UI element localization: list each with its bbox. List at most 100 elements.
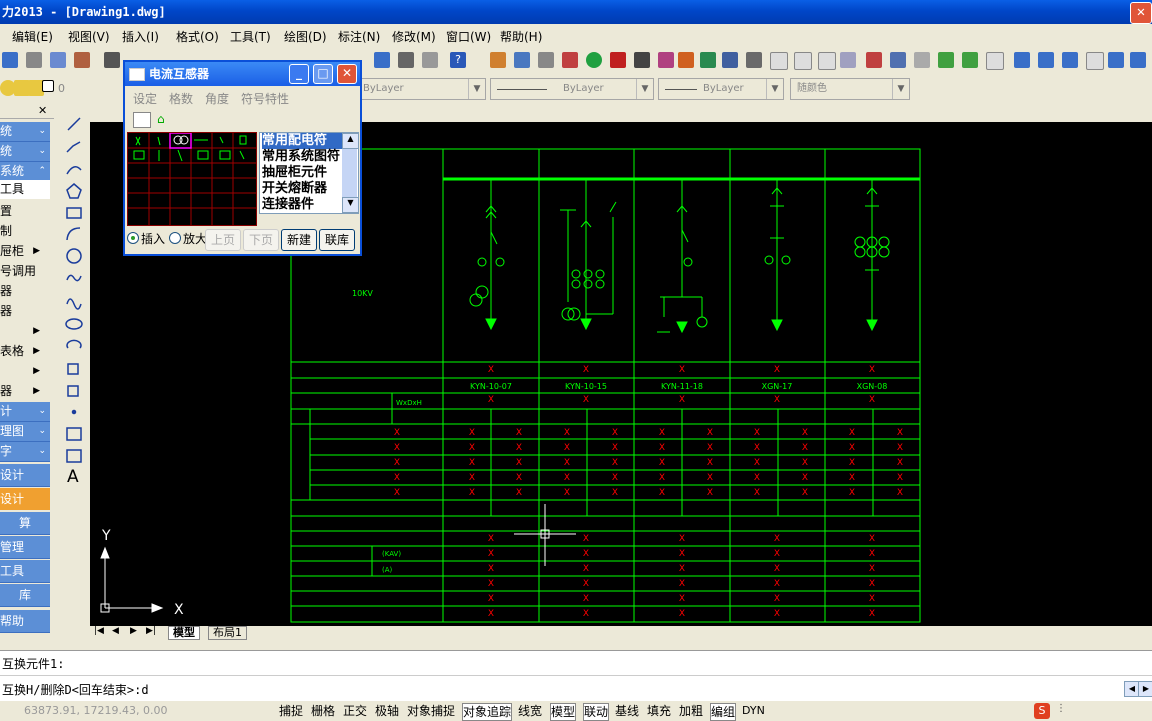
left-item-5[interactable]: 制 <box>0 222 50 241</box>
print-icon[interactable] <box>26 52 42 68</box>
left-item-20[interactable]: 管理 <box>0 536 50 559</box>
grid-tool-icon[interactable] <box>634 52 650 68</box>
dialog-tool-icon-b[interactable]: ⌂ <box>157 112 173 126</box>
otrack-toggle[interactable]: 对象追踪 <box>462 703 513 721</box>
left-item-10[interactable]: ▶ <box>0 322 50 341</box>
dialog-menu-grid[interactable]: 格数 <box>169 90 193 107</box>
dialog-menu-symbol-props[interactable]: 符号特性 <box>241 90 289 107</box>
close-button[interactable]: ✕ <box>337 64 357 84</box>
group-toggle[interactable]: 编组 <box>710 703 737 721</box>
left-item-22[interactable]: 库 <box>0 584 50 607</box>
left-item-7[interactable]: 号调用 <box>0 262 50 281</box>
menu-insert[interactable]: 插入(I) <box>122 28 159 45</box>
publish-icon[interactable] <box>74 52 90 68</box>
preview-icon[interactable] <box>50 52 66 68</box>
move-icon[interactable] <box>1038 52 1054 68</box>
grid-toggle[interactable]: 栅格 <box>311 703 335 719</box>
help-icon-3[interactable] <box>794 52 812 70</box>
dialog-menu-angle[interactable]: 角度 <box>205 90 229 107</box>
cut-icon[interactable] <box>104 52 120 68</box>
dyn-toggle[interactable]: DYN <box>742 703 765 719</box>
blue-tool-icon[interactable] <box>722 52 738 68</box>
tool-icon-a[interactable] <box>374 52 390 68</box>
help-icon[interactable]: ? <box>450 52 466 68</box>
tab-layout1[interactable]: 布局1 <box>208 626 247 640</box>
left-item-3[interactable]: 工具 <box>0 180 50 199</box>
orange-tool-icon[interactable] <box>678 52 694 68</box>
list-item[interactable]: 抽屉柜元件 <box>262 165 327 181</box>
ime-s-icon[interactable]: S <box>1034 703 1050 719</box>
dialog-menu-settings[interactable]: 设定 <box>133 90 157 107</box>
dist-icon[interactable] <box>914 52 930 68</box>
left-item-6[interactable]: 屉柜 ▶ <box>0 242 50 261</box>
red-tool-icon[interactable] <box>610 52 626 68</box>
left-item-21[interactable]: 工具 <box>0 560 50 583</box>
model-toggle[interactable]: 模型 <box>550 703 577 721</box>
menu-help[interactable]: 帮助(H) <box>500 28 542 45</box>
chevron-down-icon[interactable]: ▼ <box>342 197 358 213</box>
view-icon-a[interactable] <box>938 52 954 68</box>
list-item[interactable]: 连接器件 <box>262 197 314 213</box>
gray-tool-icon[interactable] <box>746 52 762 68</box>
left-item-12[interactable]: ▶ <box>0 362 50 381</box>
category-listbox[interactable]: 常用配电符 常用系统图符 抽屉柜元件 开关熔断器 连接器件 ▲ ▼ <box>259 132 359 214</box>
left-item-0[interactable]: 统 ⌄ <box>0 122 50 142</box>
green-tool-icon[interactable] <box>700 52 716 68</box>
list-item[interactable]: 常用系统图符 <box>262 149 340 165</box>
mark-icon[interactable] <box>562 52 578 68</box>
view-icon-b[interactable] <box>962 52 978 68</box>
help-icon-5[interactable] <box>986 52 1004 70</box>
maximize-button[interactable]: □ <box>313 64 333 84</box>
link-toggle[interactable]: 联动 <box>583 703 610 721</box>
menu-window[interactable]: 窗口(W) <box>446 28 491 45</box>
block-icon[interactable] <box>538 52 554 68</box>
plotstyle-combo[interactable]: 随颜色 ▼ <box>790 78 910 100</box>
left-item-19[interactable]: 算 <box>0 512 50 535</box>
tool-icon-c[interactable] <box>422 52 438 68</box>
left-item-8[interactable]: 器 <box>0 282 50 301</box>
help-icon-6[interactable] <box>1086 52 1104 70</box>
fill-toggle[interactable]: 填充 <box>647 703 671 719</box>
radio-insert[interactable] <box>127 232 139 244</box>
bold-toggle[interactable]: 加粗 <box>679 703 703 719</box>
last-tab-icon[interactable]: ▶| <box>146 626 156 636</box>
symbol-palette[interactable] <box>127 132 257 226</box>
calc-icon[interactable] <box>866 52 882 68</box>
menu-dimension[interactable]: 标注(N) <box>338 28 380 45</box>
snap-toggle[interactable]: 捕捉 <box>279 703 303 719</box>
osnap-toggle[interactable]: 对象捕捉 <box>407 703 455 719</box>
left-item-23[interactable]: 帮助 <box>0 610 50 633</box>
left-item-14[interactable]: 计 ⌄ <box>0 402 50 422</box>
dialog-titlebar[interactable]: 电流互感器 _ □ ✕ <box>125 62 360 86</box>
axis-icon[interactable] <box>1062 52 1078 68</box>
baseline-toggle[interactable]: 基线 <box>615 703 639 719</box>
color-combo[interactable]: ByLayer ▼ <box>356 78 486 100</box>
left-item-17[interactable]: 设计 <box>0 464 50 487</box>
lineweight-combo[interactable]: ByLayer ▼ <box>658 78 784 100</box>
left-item-2[interactable]: 系统 ⌃ <box>0 162 50 182</box>
menu-tools[interactable]: 工具(T) <box>230 28 271 45</box>
left-item-4[interactable]: 置 <box>0 202 50 221</box>
help-icon-4[interactable] <box>818 52 836 70</box>
next-page-button[interactable]: 下页 <box>243 229 279 251</box>
prev-page-button[interactable]: 上页 <box>205 229 241 251</box>
menu-view[interactable]: 视图(V) <box>68 28 110 45</box>
minimize-button[interactable]: _ <box>289 64 309 84</box>
magenta-tool-icon[interactable] <box>658 52 674 68</box>
match-icon[interactable] <box>514 52 530 68</box>
left-item-13[interactable]: 器 ▶ <box>0 382 50 401</box>
scroll-right-icon[interactable]: ▶ <box>1138 681 1152 697</box>
list-scrollbar[interactable]: ▲ ▼ <box>342 133 358 213</box>
layer-icon[interactable] <box>490 52 506 68</box>
polar-toggle[interactable]: 极轴 <box>375 703 399 719</box>
left-item-9[interactable]: 器 <box>0 302 50 321</box>
tool-icon-b[interactable] <box>398 52 414 68</box>
panel-close-icon[interactable]: ✕ <box>38 104 47 117</box>
lineweight-toggle[interactable]: 线宽 <box>518 703 542 719</box>
save-icon[interactable] <box>2 52 18 68</box>
menu-modify[interactable]: 修改(M) <box>392 28 436 45</box>
paste-icon[interactable] <box>890 52 906 68</box>
menu-format[interactable]: 格式(O) <box>176 28 219 45</box>
pan-icon[interactable] <box>1014 52 1030 68</box>
prev-tab-icon[interactable]: ◀ <box>112 626 119 636</box>
